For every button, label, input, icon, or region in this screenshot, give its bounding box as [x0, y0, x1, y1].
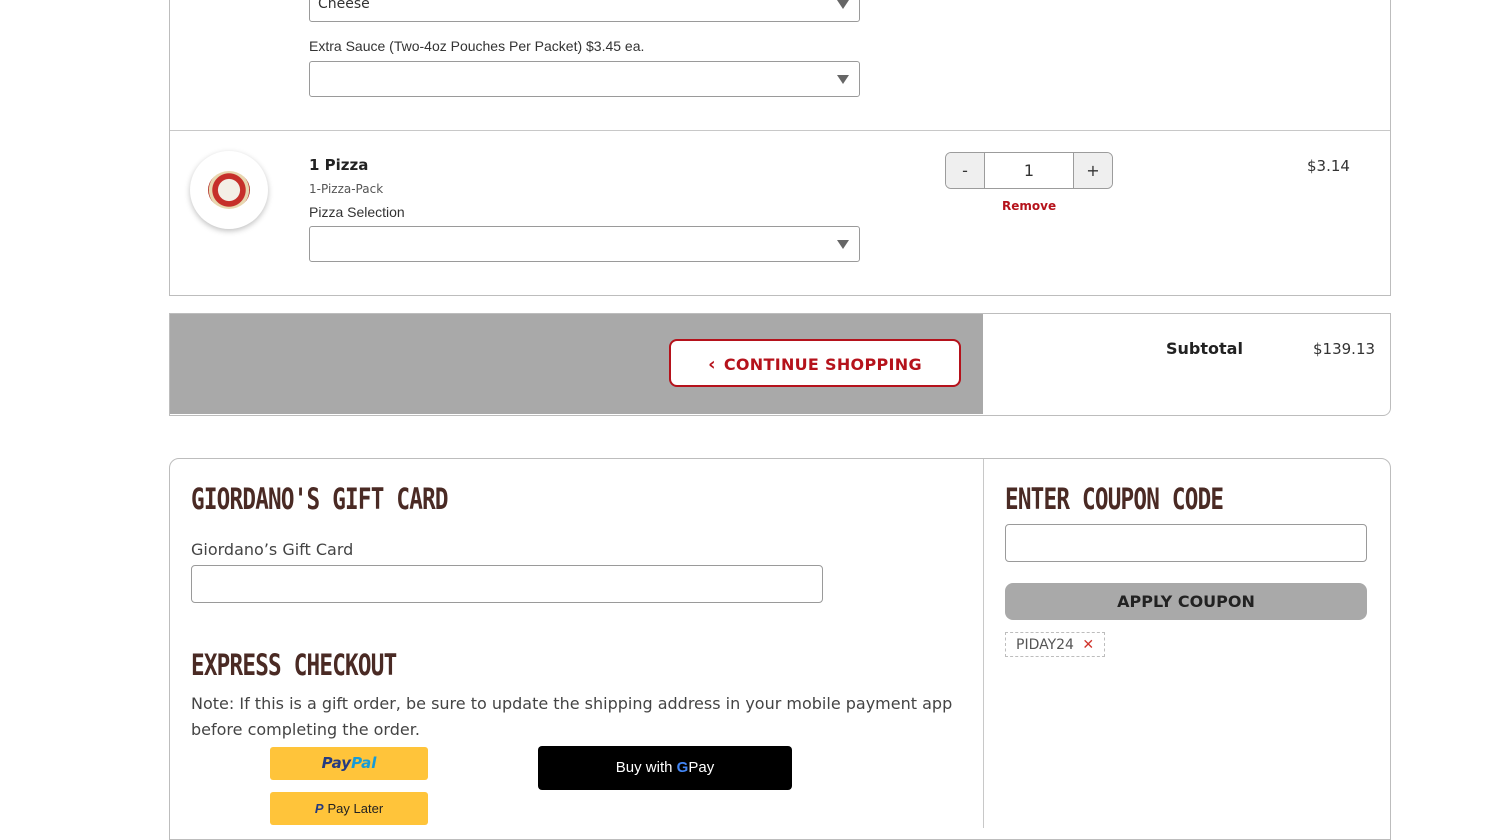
chevron-down-icon	[837, 0, 849, 9]
prev-item-select[interactable]: Cheese	[309, 0, 860, 22]
pizza-selection-label: Pizza Selection	[309, 204, 405, 220]
paypal-pay-later-button[interactable]: P Pay Later	[270, 792, 428, 825]
quantity-stepper: - 1 +	[945, 152, 1113, 189]
express-checkout-heading: EXPRESS CHECKOUT	[191, 648, 397, 682]
gpay-suffix: Pay	[688, 759, 715, 776]
paypal-logo-pay: Pay	[321, 754, 352, 772]
google-pay-button[interactable]: Buy with GPay	[538, 746, 792, 790]
paypal-logo-pal: Pal	[351, 754, 377, 772]
chevron-down-icon	[837, 75, 849, 84]
google-g-icon: G	[676, 759, 689, 776]
item-name: 1 Pizza	[309, 156, 369, 174]
subtotal-label: Subtotal	[1166, 339, 1243, 358]
vertical-divider	[983, 459, 984, 828]
decrease-quantity-button[interactable]: -	[946, 153, 984, 188]
pizza-image-icon	[208, 171, 250, 209]
paypal-p-icon: P	[314, 801, 324, 816]
coupon-code-input[interactable]	[1005, 524, 1367, 562]
continue-shopping-label: CONTINUE SHOPPING	[723, 355, 922, 374]
increase-quantity-button[interactable]: +	[1074, 153, 1112, 188]
gift-card-input[interactable]	[191, 565, 823, 603]
gpay-prefix: Buy with	[615, 759, 673, 776]
continue-shopping-button[interactable]: ‹ CONTINUE SHOPPING	[669, 339, 961, 387]
pay-later-label: Pay Later	[327, 801, 384, 816]
pizza-thumbnail	[190, 151, 268, 229]
item-subtitle: 1-Pizza-Pack	[309, 182, 384, 196]
item-price: $3.14	[1307, 157, 1350, 175]
applied-coupon-tag: PIDAY24 ✕	[1005, 632, 1106, 657]
extra-sauce-label: Extra Sauce (Two-4oz Pouches Per Packet)…	[309, 38, 645, 54]
coupon-heading: ENTER COUPON CODE	[1005, 482, 1224, 516]
gift-card-heading: GIORDANO'S GIFT CARD	[191, 482, 449, 516]
quantity-input[interactable]: 1	[984, 153, 1074, 188]
pizza-selection-select[interactable]	[309, 226, 860, 262]
remove-coupon-icon[interactable]: ✕	[1082, 637, 1094, 653]
paypal-button[interactable]: PayPal	[270, 747, 428, 780]
applied-coupon-code: PIDAY24	[1016, 637, 1074, 653]
remove-item-link[interactable]: Remove	[1002, 199, 1056, 213]
row-divider	[170, 130, 1390, 131]
gift-card-field-label: Giordano’s Gift Card	[191, 540, 354, 559]
express-checkout-note: Note: If this is a gift order, be sure t…	[191, 694, 953, 739]
extra-sauce-select[interactable]	[309, 61, 860, 97]
subtotal-value: $139.13	[1313, 340, 1376, 358]
prev-item-select-value: Cheese	[318, 0, 370, 12]
apply-coupon-button[interactable]: APPLY COUPON	[1005, 583, 1367, 620]
chevron-left-icon: ‹	[708, 354, 716, 375]
chevron-down-icon	[837, 240, 849, 249]
